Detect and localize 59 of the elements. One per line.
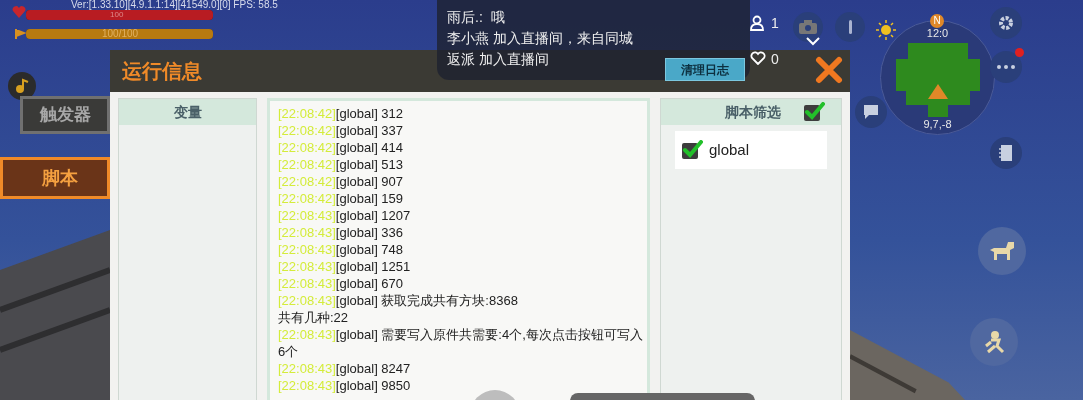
music-note-icon bbox=[14, 78, 30, 94]
run-button[interactable] bbox=[970, 318, 1018, 366]
chat-button[interactable] bbox=[855, 96, 887, 128]
chat-message: 李小燕 加入直播间，来自同城 bbox=[447, 29, 633, 48]
chat-bubble-icon bbox=[862, 104, 880, 120]
viewer-count: 1 bbox=[771, 14, 779, 33]
log-line: [22:08:42][global] 907 bbox=[278, 173, 404, 190]
log-line: [22:08:43][global] 获取完成共有方块:8368 共有几种:22 bbox=[278, 292, 518, 326]
script-label: global bbox=[709, 139, 750, 160]
pet-button[interactable] bbox=[978, 227, 1026, 275]
flag-icon bbox=[14, 28, 26, 40]
chat-message: 雨后.: 哦 bbox=[447, 8, 505, 27]
chevron-down-icon[interactable] bbox=[805, 36, 821, 46]
sun-icon bbox=[876, 20, 896, 40]
like-count: 0 bbox=[771, 50, 779, 69]
running-figure-icon bbox=[983, 330, 1005, 354]
user-icon bbox=[750, 15, 764, 31]
more-button[interactable] bbox=[990, 51, 1022, 83]
heart-outline-icon bbox=[750, 51, 766, 65]
checkbox[interactable] bbox=[681, 140, 703, 160]
log-line: [22:08:42][global] 312 bbox=[278, 105, 404, 122]
log-line: [22:08:43][global] 8247 bbox=[278, 360, 411, 377]
settings-button[interactable] bbox=[990, 7, 1022, 39]
log-line: [22:08:43][global] 9850 bbox=[278, 377, 411, 394]
close-icon[interactable] bbox=[815, 56, 843, 84]
log-line: [22:08:43][global] 670 bbox=[278, 275, 404, 292]
heart-icon bbox=[12, 6, 26, 18]
music-button[interactable] bbox=[8, 72, 36, 100]
panel-heading: 脚本筛选 bbox=[725, 102, 781, 122]
camera-button[interactable] bbox=[793, 12, 823, 42]
side-tab[interactable]: 脚本 bbox=[0, 157, 110, 199]
health-reading: 100 bbox=[110, 11, 124, 19]
hunger-reading: 100/100 bbox=[102, 28, 139, 40]
log-line: [22:08:43][global] 748 bbox=[278, 241, 404, 258]
coordinates: 9,7,-8 bbox=[923, 117, 952, 131]
select-all-checkbox[interactable] bbox=[803, 102, 825, 122]
alert-button[interactable] bbox=[835, 12, 865, 42]
log-line: [22:08:43][global] 需要写入原件共需要:4个,每次点击按钮可写入 6个 bbox=[278, 326, 643, 360]
side-tab[interactable]: 触发器 bbox=[20, 96, 110, 134]
camera-icon bbox=[799, 20, 817, 34]
clear-log-button[interactable]: 清理日志 bbox=[665, 58, 745, 81]
log-line: [22:08:43][global] 336 bbox=[278, 224, 404, 241]
log-line: [22:08:43][global] 1251 bbox=[278, 258, 411, 275]
version-text: Ver:[1.33.10][4.9.1.1:14][41549.0][0] FPS: 58.5 bbox=[71, 0, 278, 10]
notebook-button[interactable] bbox=[990, 137, 1022, 169]
dog-icon bbox=[988, 240, 1016, 262]
more-icon bbox=[997, 65, 1015, 69]
log-line: [22:08:42][global] 414 bbox=[278, 139, 404, 156]
game-time: 12:0 bbox=[926, 27, 949, 39]
dialog-title: 运行信息 bbox=[122, 59, 202, 84]
panel-heading: 变量 bbox=[173, 102, 202, 122]
chat-message: 返派 加入直播间 bbox=[447, 50, 549, 69]
notebook-icon bbox=[999, 144, 1013, 162]
log-line: [22:08:42][global] 513 bbox=[278, 156, 404, 173]
script-filter-item[interactable]: global bbox=[675, 131, 827, 169]
log-line: [22:08:42][global] 159 bbox=[278, 190, 404, 207]
log-line: [22:08:43][global] 1207 bbox=[278, 207, 411, 224]
compass-north: N bbox=[930, 14, 944, 28]
log-line: [22:08:42][global] 337 bbox=[278, 122, 404, 139]
